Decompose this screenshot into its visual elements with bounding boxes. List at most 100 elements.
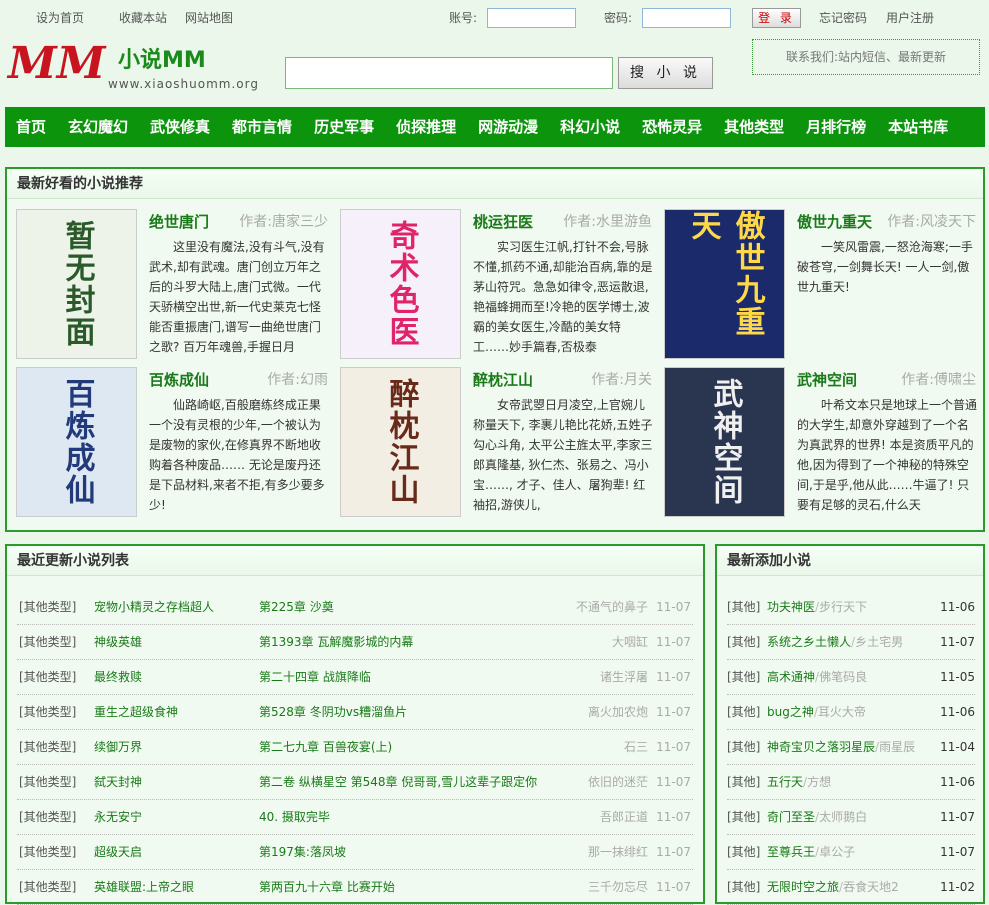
row-category[interactable]: [其他类型] [19, 765, 76, 800]
row-chapter[interactable]: 第528章 冬阴功vs糟溜鱼片 [259, 695, 407, 730]
book-cover[interactable]: 武神空间 [664, 367, 785, 517]
item-author[interactable]: 卓公子 [819, 845, 855, 859]
row-chapter[interactable]: 第二七九章 百兽夜宴(上) [259, 730, 392, 765]
item-category[interactable]: [其他] [727, 800, 760, 835]
book-cover[interactable]: 奇术色医 [340, 209, 461, 359]
row-book-name[interactable]: 英雄联盟:上帝之眼 [94, 870, 194, 905]
row-category[interactable]: [其他类型] [19, 660, 76, 695]
row-book-name[interactable]: 续御万界 [94, 730, 142, 765]
row-book-name[interactable]: 宠物小精灵之存档超人 [94, 590, 214, 625]
row-author[interactable]: 依旧的迷茫 [588, 765, 648, 800]
row-author[interactable]: 不通气的鼻子 [576, 590, 648, 625]
book-title[interactable]: 桃运狂医 [473, 211, 533, 232]
nav-item[interactable]: 恐怖灵异 [631, 107, 713, 147]
list-item: [其他] 至尊兵王/卓公子 11-07 [727, 835, 975, 870]
row-category[interactable]: [其他类型] [19, 800, 76, 835]
nav-item[interactable]: 网游动漫 [467, 107, 549, 147]
row-author[interactable]: 大咽缸 [612, 625, 648, 660]
item-book-name[interactable]: 功夫神医 [767, 600, 815, 614]
book-cover[interactable]: 傲世九重天 [664, 209, 785, 359]
item-category[interactable]: [其他] [727, 835, 760, 870]
row-book-name[interactable]: 神级英雄 [94, 625, 142, 660]
item-book-name[interactable]: bug之神 [767, 705, 814, 719]
nav-item[interactable]: 玄幻魔幻 [57, 107, 139, 147]
row-book-name[interactable]: 永无安宁 [94, 800, 142, 835]
item-author[interactable]: 佛笔码良 [819, 670, 867, 684]
item-category[interactable]: [其他] [727, 765, 760, 800]
row-chapter[interactable]: 第1393章 瓦解魔影城的内幕 [259, 625, 413, 660]
row-author[interactable]: 吾郎正道 [600, 800, 648, 835]
row-category[interactable]: [其他类型] [19, 870, 76, 905]
row-chapter[interactable]: 40. 摄取完毕 [259, 800, 330, 835]
item-category[interactable]: [其他] [727, 660, 760, 695]
search-button[interactable]: 搜 小 说 [618, 57, 713, 89]
item-category[interactable]: [其他] [727, 590, 760, 625]
book-title[interactable]: 绝世唐门 [149, 211, 209, 232]
row-chapter[interactable]: 第225章 沙奠 [259, 590, 334, 625]
row-author[interactable]: 三千勿忘尽 [588, 870, 648, 905]
row-book-name[interactable]: 重生之超级食神 [94, 695, 178, 730]
row-author[interactable]: 诸生浮屠 [600, 660, 648, 695]
item-category[interactable]: [其他] [727, 695, 760, 730]
row-category[interactable]: [其他类型] [19, 625, 76, 660]
item-author[interactable]: 乡土宅男 [855, 635, 903, 649]
row-chapter[interactable]: 第两百九十六章 比赛开始 [259, 870, 395, 905]
book-cover[interactable]: 百炼成仙 [16, 367, 137, 517]
search-input[interactable] [285, 57, 613, 89]
item-book-name[interactable]: 高术通神 [767, 670, 815, 684]
nav-item[interactable]: 科幻小说 [549, 107, 631, 147]
forgot-password-link[interactable]: 忘记密码 [819, 9, 867, 26]
item-book-name[interactable]: 无限时空之旅 [767, 880, 839, 894]
item-author[interactable]: 耳火大帝 [818, 705, 866, 719]
set-home-link[interactable]: 设为首页 [36, 9, 84, 26]
row-author[interactable]: 离火加农炮 [588, 695, 648, 730]
row-category[interactable]: [其他类型] [19, 590, 76, 625]
item-author[interactable]: 吞食天地2 [843, 880, 899, 894]
item-book-name[interactable]: 五行天 [767, 775, 803, 789]
item-category[interactable]: [其他] [727, 625, 760, 660]
row-category[interactable]: [其他类型] [19, 835, 76, 870]
item-book-name[interactable]: 系统之乡土懒人 [767, 635, 851, 649]
nav-item[interactable]: 本站书库 [877, 107, 959, 147]
row-chapter[interactable]: 第197集:落凤坡 [259, 835, 346, 870]
bookmark-link[interactable]: 收藏本站 [119, 9, 167, 26]
row-book-name[interactable]: 最终救赎 [94, 660, 142, 695]
list-item: [其他] 功夫神医/步行天下 11-06 [727, 590, 975, 625]
item-author[interactable]: 步行天下 [819, 600, 867, 614]
nav-item[interactable]: 侦探推理 [385, 107, 467, 147]
item-book-name[interactable]: 奇门至圣 [767, 810, 815, 824]
item-author[interactable]: 太师鹅白 [819, 810, 867, 824]
nav-item[interactable]: 首页 [5, 107, 57, 147]
book-cover[interactable]: 暂无封面 [16, 209, 137, 359]
book-title[interactable]: 武神空间 [797, 369, 857, 390]
item-author[interactable]: 雨星辰 [879, 740, 915, 754]
row-author[interactable]: 石三 [624, 730, 648, 765]
row-book-name[interactable]: 弑天封神 [94, 765, 142, 800]
book-title[interactable]: 百炼成仙 [149, 369, 209, 390]
nav-item[interactable]: 月排行榜 [795, 107, 877, 147]
row-book-name[interactable]: 超级天启 [94, 835, 142, 870]
nav-item[interactable]: 武侠修真 [139, 107, 221, 147]
row-category[interactable]: [其他类型] [19, 730, 76, 765]
item-book-name[interactable]: 至尊兵王 [767, 845, 815, 859]
book-title[interactable]: 醉枕江山 [473, 369, 533, 390]
item-author[interactable]: 方想 [807, 775, 831, 789]
item-book-name[interactable]: 神奇宝贝之落羽星辰 [767, 740, 875, 754]
item-category[interactable]: [其他] [727, 870, 760, 905]
book-cover[interactable]: 醉枕江山 [340, 367, 461, 517]
nav-item[interactable]: 历史军事 [303, 107, 385, 147]
row-chapter[interactable]: 第二十四章 战旗降临 [259, 660, 371, 695]
row-category[interactable]: [其他类型] [19, 695, 76, 730]
nav-item[interactable]: 都市言情 [221, 107, 303, 147]
book-title[interactable]: 傲世九重天 [797, 211, 872, 232]
sitemap-link[interactable]: 网站地图 [185, 9, 233, 26]
account-input[interactable] [487, 8, 576, 28]
row-chapter[interactable]: 第二卷 纵横星空 第548章 倪哥哥,雪儿这辈子跟定你 [259, 765, 537, 800]
nav-item[interactable]: 其他类型 [713, 107, 795, 147]
register-link[interactable]: 用户注册 [886, 9, 934, 26]
login-button[interactable]: 登 录 [752, 8, 801, 28]
item-category[interactable]: [其他] [727, 730, 760, 765]
contact-box[interactable]: 联系我们:站内短信、最新更新 [752, 39, 980, 75]
row-author[interactable]: 那一抹绯红 [588, 835, 648, 870]
password-input[interactable] [642, 8, 731, 28]
